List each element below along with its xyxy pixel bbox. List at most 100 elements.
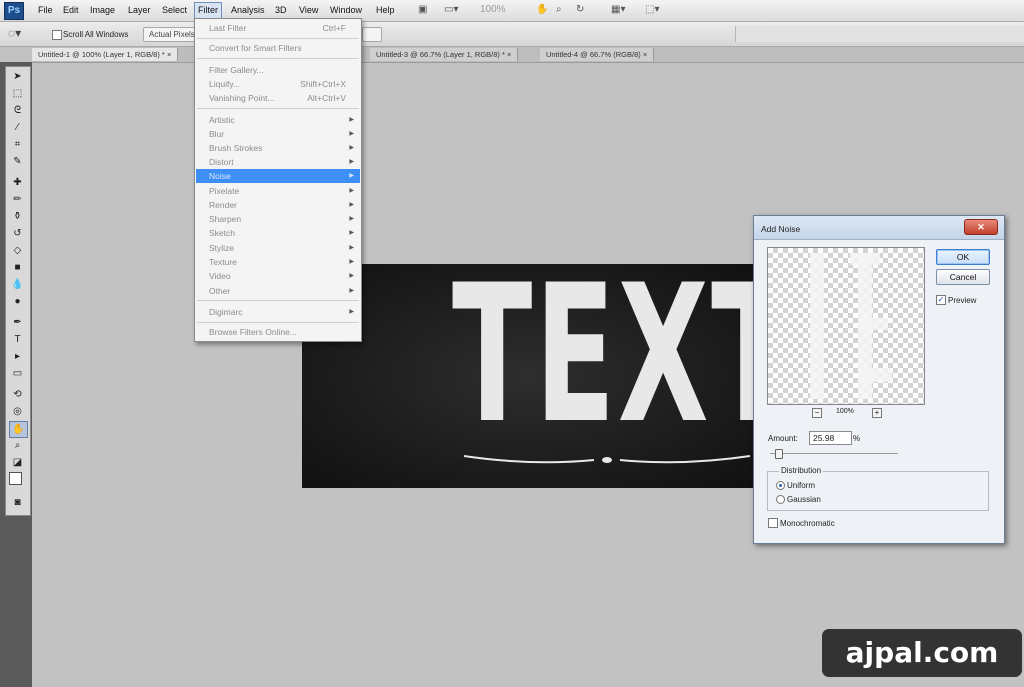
cancel-button[interactable]: Cancel bbox=[936, 269, 990, 285]
menu-image[interactable]: Image bbox=[87, 3, 118, 18]
menu-window[interactable]: Window bbox=[327, 3, 365, 18]
tab-close-icon[interactable]: × bbox=[507, 50, 511, 59]
menu-item-noise[interactable]: Noise ▶ bbox=[196, 169, 360, 183]
default-colors-icon[interactable]: ◪ bbox=[9, 455, 26, 470]
menu-item-other[interactable]: Other ▶ bbox=[196, 284, 360, 298]
menu-item-blur[interactable]: Blur ▶ bbox=[196, 127, 360, 141]
foreground-color-swatch[interactable] bbox=[9, 472, 22, 485]
menu-help[interactable]: Help bbox=[373, 3, 398, 18]
tab-close-icon[interactable]: × bbox=[643, 50, 647, 59]
type-tool-icon[interactable]: T bbox=[9, 332, 26, 347]
document-canvas[interactable]: TEXT bbox=[302, 260, 791, 488]
uniform-radio[interactable] bbox=[776, 481, 785, 490]
3d-orbit-tool-icon[interactable]: ◎ bbox=[9, 404, 26, 419]
quick-selection-tool-icon[interactable]: ⁄ bbox=[9, 120, 26, 135]
menu-item-browse-filters-online[interactable]: Browse Filters Online... bbox=[196, 325, 360, 339]
submenu-arrow-icon: ▶ bbox=[349, 259, 354, 265]
menu-item-last-filter[interactable]: Last Filter Ctrl+F bbox=[196, 21, 360, 35]
shape-tool-icon[interactable]: ▭ bbox=[9, 366, 26, 381]
healing-brush-tool-icon[interactable]: ✚ bbox=[9, 175, 26, 190]
blur-tool-icon[interactable]: 💧 bbox=[9, 277, 26, 292]
amount-slider-thumb[interactable] bbox=[775, 449, 783, 459]
zoom-out-button[interactable]: − bbox=[812, 408, 822, 418]
menu-item-artistic[interactable]: Artistic ▶ bbox=[196, 113, 360, 127]
menu-3d[interactable]: 3D bbox=[272, 3, 290, 18]
filter-preview[interactable] bbox=[767, 247, 925, 405]
path-selection-tool-icon[interactable]: ▸ bbox=[9, 349, 26, 364]
close-icon[interactable]: ✕ bbox=[964, 219, 998, 235]
gaussian-label: Gaussian bbox=[787, 495, 821, 504]
tab-untitled-4[interactable]: Untitled-4 @ 66.7% (RGB/8) × bbox=[540, 48, 655, 61]
actual-pixels-button[interactable]: Actual Pixels bbox=[143, 27, 201, 42]
print-size-button[interactable] bbox=[362, 27, 382, 42]
hand-tool-icon[interactable]: ✋ bbox=[9, 421, 28, 438]
zoom-tool-icon[interactable]: ⌕ bbox=[556, 3, 562, 17]
menu-item-texture[interactable]: Texture ▶ bbox=[196, 255, 360, 269]
scroll-all-windows-label: Scroll All Windows bbox=[63, 30, 129, 39]
eyedropper-tool-icon[interactable]: ✎ bbox=[9, 154, 26, 169]
arrange-documents-icon[interactable]: ▦▾ bbox=[611, 3, 625, 17]
preview-checkbox[interactable]: ✓ bbox=[936, 295, 946, 305]
menu-item-video[interactable]: Video ▶ bbox=[196, 269, 360, 283]
menu-item-label: Render bbox=[209, 200, 237, 210]
amount-input[interactable]: 25.98 bbox=[809, 431, 852, 445]
workspace-icon[interactable]: ⬚▾ bbox=[645, 3, 659, 17]
menu-file[interactable]: File bbox=[35, 3, 56, 18]
menu-item-vanishing-point[interactable]: Vanishing Point... Alt+Ctrl+V bbox=[196, 91, 360, 105]
preview-zoom-level: 100% bbox=[836, 408, 854, 415]
crop-tool-icon[interactable]: ⌗ bbox=[9, 137, 26, 152]
zoom-tool-icon[interactable]: ⌕ bbox=[9, 438, 26, 453]
marquee-tool-icon[interactable]: ⬚ bbox=[9, 86, 26, 101]
menu-item-sketch[interactable]: Sketch ▶ bbox=[196, 226, 360, 240]
menu-item-label: Blur bbox=[209, 129, 225, 139]
menu-item-sharpen[interactable]: Sharpen ▶ bbox=[196, 212, 360, 226]
zoom-in-button[interactable]: + bbox=[872, 408, 882, 418]
zoom-level-select[interactable]: 100% bbox=[480, 3, 506, 17]
monochromatic-checkbox[interactable] bbox=[768, 518, 778, 528]
amount-label: Amount: bbox=[768, 434, 798, 443]
zoom-tool-preset-icon[interactable]: ◌▾ bbox=[8, 26, 21, 40]
menu-item-pixelate[interactable]: Pixelate ▶ bbox=[196, 184, 360, 198]
move-tool-icon[interactable]: ➤ bbox=[9, 69, 26, 84]
menu-item-digimarc[interactable]: Digimarc ▶ bbox=[196, 305, 360, 319]
menu-view[interactable]: View bbox=[296, 3, 321, 18]
rotate-view-icon[interactable]: ↻ bbox=[576, 3, 584, 17]
menu-edit[interactable]: Edit bbox=[60, 3, 82, 18]
tab-close-icon[interactable]: × bbox=[167, 50, 171, 59]
menu-filter[interactable]: Filter bbox=[194, 2, 222, 19]
menu-select[interactable]: Select bbox=[159, 3, 190, 18]
menu-item-render[interactable]: Render ▶ bbox=[196, 198, 360, 212]
brush-tool-icon[interactable]: ✏ bbox=[9, 192, 26, 207]
gaussian-radio[interactable] bbox=[776, 495, 785, 504]
3d-rotate-tool-icon[interactable]: ⟲ bbox=[9, 387, 26, 402]
scroll-all-windows-checkbox[interactable] bbox=[52, 30, 62, 40]
uniform-label: Uniform bbox=[787, 481, 816, 490]
menu-item-brush-strokes[interactable]: Brush Strokes ▶ bbox=[196, 141, 360, 155]
dodge-tool-icon[interactable]: ● bbox=[9, 294, 26, 309]
menu-item-label: Noise bbox=[209, 171, 231, 181]
menu-layer[interactable]: Layer bbox=[125, 3, 154, 18]
menu-item-filter-gallery[interactable]: Filter Gallery... bbox=[196, 63, 360, 77]
menu-item-liquify[interactable]: Liquify... Shift+Ctrl+X bbox=[196, 77, 360, 91]
eraser-tool-icon[interactable]: ◇ bbox=[9, 243, 26, 258]
quick-mask-icon[interactable]: ◙ bbox=[9, 495, 26, 510]
menu-item-convert-smart-filters[interactable]: Convert for Smart Filters bbox=[196, 41, 360, 55]
submenu-arrow-icon: ▶ bbox=[349, 245, 354, 251]
hand-tool-icon[interactable]: ✋ bbox=[536, 3, 548, 17]
menu-item-stylize[interactable]: Stylize ▶ bbox=[196, 241, 360, 255]
pen-tool-icon[interactable]: ✒ bbox=[9, 315, 26, 330]
amount-slider-track[interactable] bbox=[770, 453, 898, 454]
tab-untitled-3[interactable]: Untitled-3 @ 66.7% (Layer 1, RGB/8) * × bbox=[370, 48, 519, 61]
panel-dock-area bbox=[735, 26, 1024, 42]
lasso-tool-icon[interactable]: ᘓ bbox=[9, 103, 26, 118]
ok-button[interactable]: OK bbox=[936, 249, 990, 265]
clone-stamp-tool-icon[interactable]: ⚱ bbox=[9, 209, 26, 224]
bridge-icon[interactable]: ▣ bbox=[418, 3, 427, 17]
gradient-tool-icon[interactable]: ■ bbox=[9, 260, 26, 275]
menu-analysis[interactable]: Analysis bbox=[228, 3, 268, 18]
screen-mode-icon[interactable]: ▭▾ bbox=[444, 3, 458, 17]
history-brush-tool-icon[interactable]: ↺ bbox=[9, 226, 26, 241]
tab-untitled-1[interactable]: Untitled-1 @ 100% (Layer 1, RGB/8) * × bbox=[32, 48, 179, 61]
menu-item-distort[interactable]: Distort ▶ bbox=[196, 155, 360, 169]
menu-item-label: Stylize bbox=[209, 243, 235, 253]
